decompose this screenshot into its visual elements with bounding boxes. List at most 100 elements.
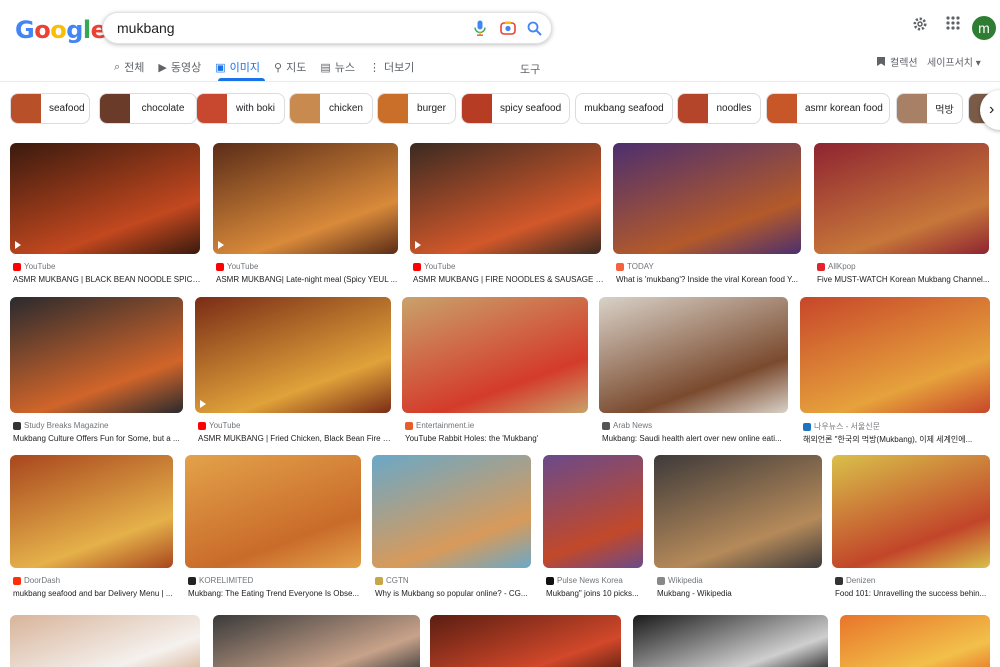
- result-title[interactable]: ASMR MUKBANG| Late-night meal (Spicy YEU…: [216, 275, 401, 284]
- result-thumbnail[interactable]: [10, 297, 183, 413]
- result-thumbnail[interactable]: [10, 455, 173, 568]
- source-name: AllKpop: [828, 262, 856, 271]
- result-title[interactable]: 해외언론 "한국의 먹방(Mukbang), 이제 세계인에...: [803, 434, 993, 445]
- result-title[interactable]: ASMR MUKBANG | FIRE NOODLES & SAUSAGE SP…: [413, 275, 604, 284]
- result-source[interactable]: KORELIMITED: [188, 576, 253, 585]
- chip[interactable]: mukbang seafood: [575, 93, 673, 124]
- result-title[interactable]: Why is Mukbang so popular online? - CG..…: [375, 589, 534, 598]
- result-source[interactable]: TODAY: [616, 262, 654, 271]
- chip-thumbnail: [462, 94, 492, 123]
- chip[interactable]: with boki: [196, 93, 285, 124]
- result-source[interactable]: YouTube: [216, 262, 258, 271]
- chip[interactable]: burger: [377, 93, 456, 124]
- result-title[interactable]: Mukbang" joins 10 picks...: [546, 589, 646, 598]
- result-source[interactable]: DoorDash: [13, 576, 60, 585]
- source-name: YouTube: [424, 262, 456, 271]
- avatar[interactable]: m: [972, 16, 996, 40]
- result-thumbnail[interactable]: [633, 615, 828, 667]
- result-source[interactable]: Study Breaks Magazine: [13, 421, 109, 430]
- search-input[interactable]: [117, 13, 457, 43]
- chip[interactable]: chicken: [289, 93, 373, 124]
- result-thumbnail[interactable]: [543, 455, 643, 568]
- result-source[interactable]: Entertainment.ie: [405, 421, 474, 430]
- gear-icon[interactable]: [912, 16, 928, 37]
- chip-thumbnail: [11, 94, 41, 123]
- chip[interactable]: chocolate: [99, 93, 197, 124]
- result-thumbnail[interactable]: [800, 297, 990, 413]
- tab-more[interactable]: ⋮ 더보기: [369, 58, 414, 76]
- chip[interactable]: 먹방: [896, 93, 963, 124]
- chip[interactable]: noodles: [677, 93, 761, 124]
- result-source[interactable]: Arab News: [602, 421, 652, 430]
- search-tabs: ⌕ 전체 ▶ 동영상 ▣ 이미지 ⚲ 지도 ▤ 뉴스 ⋮ 더보기: [114, 58, 428, 80]
- result-title[interactable]: YouTube Rabbit Holes: the 'Mukbang': [405, 434, 591, 443]
- tools-button[interactable]: 도구: [520, 61, 540, 77]
- result-source[interactable]: 나우뉴스 - 서울신문: [803, 421, 880, 432]
- result-title[interactable]: ASMR MUKBANG | BLACK BEAN NOODLE SPICY .…: [13, 275, 203, 284]
- chip[interactable]: asmr korean food: [766, 93, 890, 124]
- result-thumbnail[interactable]: [613, 143, 801, 254]
- chip-label: chicken: [329, 103, 363, 114]
- google-logo[interactable]: Google: [15, 16, 107, 44]
- result-thumbnail[interactable]: [840, 615, 990, 667]
- result-source[interactable]: AllKpop: [817, 262, 856, 271]
- result-thumbnail[interactable]: [10, 615, 200, 667]
- result-thumbnail[interactable]: [832, 455, 990, 568]
- result-thumbnail[interactable]: [213, 143, 398, 254]
- chip[interactable]: seafood: [10, 93, 90, 124]
- result-thumbnail[interactable]: [372, 455, 531, 568]
- result-thumbnail[interactable]: [654, 455, 822, 568]
- source-favicon-icon: [616, 262, 624, 271]
- result-title[interactable]: ASMR MUKBANG | Fried Chicken, Black Bean…: [198, 434, 394, 443]
- chip[interactable]: spicy seafood: [461, 93, 570, 124]
- source-favicon-icon: [835, 576, 843, 585]
- result-thumbnail[interactable]: [402, 297, 588, 413]
- play-icon: [218, 241, 224, 249]
- result-source[interactable]: CGTN: [375, 576, 409, 585]
- result-source[interactable]: Wikipedia: [657, 576, 703, 585]
- result-source[interactable]: Denizen: [835, 576, 875, 585]
- result-title[interactable]: What is 'mukbang'? Inside the viral Kore…: [616, 275, 804, 284]
- result-thumbnail[interactable]: [10, 143, 200, 254]
- result-thumbnail[interactable]: [410, 143, 601, 254]
- apps-grid-icon[interactable]: [946, 16, 960, 35]
- tab-videos[interactable]: ▶ 동영상: [158, 58, 201, 76]
- search-icon[interactable]: [525, 19, 543, 37]
- chip-label: seafood: [49, 103, 85, 114]
- collections-link[interactable]: 컬렉션: [876, 54, 918, 69]
- tab-all[interactable]: ⌕ 전체: [114, 58, 144, 76]
- source-name: TODAY: [627, 262, 654, 271]
- result-title[interactable]: Food 101: Unravelling the success behin.…: [835, 589, 993, 598]
- tab-news[interactable]: ▤ 뉴스: [320, 58, 355, 76]
- more-vert-icon: ⋮: [369, 61, 381, 74]
- microphone-icon[interactable]: [471, 19, 489, 37]
- chip-thumbnail: [378, 94, 408, 123]
- result-thumbnail[interactable]: [814, 143, 989, 254]
- source-favicon-icon: [13, 421, 21, 430]
- result-thumbnail[interactable]: [213, 615, 420, 667]
- source-name: Study Breaks Magazine: [24, 421, 109, 430]
- result-source[interactable]: YouTube: [198, 421, 240, 430]
- result-source[interactable]: Pulse News Korea: [546, 576, 623, 585]
- result-source[interactable]: YouTube: [413, 262, 455, 271]
- source-favicon-icon: [546, 576, 554, 585]
- result-thumbnail[interactable]: [599, 297, 788, 413]
- source-favicon-icon: [602, 421, 610, 430]
- result-title[interactable]: Five MUST-WATCH Korean Mukbang Channel..…: [817, 275, 992, 284]
- result-source[interactable]: YouTube: [13, 262, 55, 271]
- result-title[interactable]: Mukbang - Wikipedia: [657, 589, 825, 598]
- result-title[interactable]: mukbang seafood and bar Delivery Menu | …: [13, 589, 176, 598]
- result-title[interactable]: Mukbang: The Eating Trend Everyone Is Ob…: [188, 589, 364, 598]
- tab-images[interactable]: ▣ 이미지: [215, 58, 260, 76]
- tab-maps[interactable]: ⚲ 지도: [274, 58, 306, 76]
- camera-lens-icon[interactable]: [499, 19, 517, 37]
- result-title[interactable]: Mukbang: Saudi health alert over new onl…: [602, 434, 791, 443]
- safesearch-dropdown[interactable]: 세이프서치 ▾: [927, 54, 981, 69]
- chip-thumbnail: [767, 94, 797, 123]
- logo-letter: G: [15, 16, 35, 44]
- result-thumbnail[interactable]: [430, 615, 621, 667]
- result-thumbnail[interactable]: [195, 297, 391, 413]
- source-name: CGTN: [386, 576, 409, 585]
- result-title[interactable]: Mukbang Culture Offers Fun for Some, but…: [13, 434, 186, 443]
- result-thumbnail[interactable]: [185, 455, 361, 568]
